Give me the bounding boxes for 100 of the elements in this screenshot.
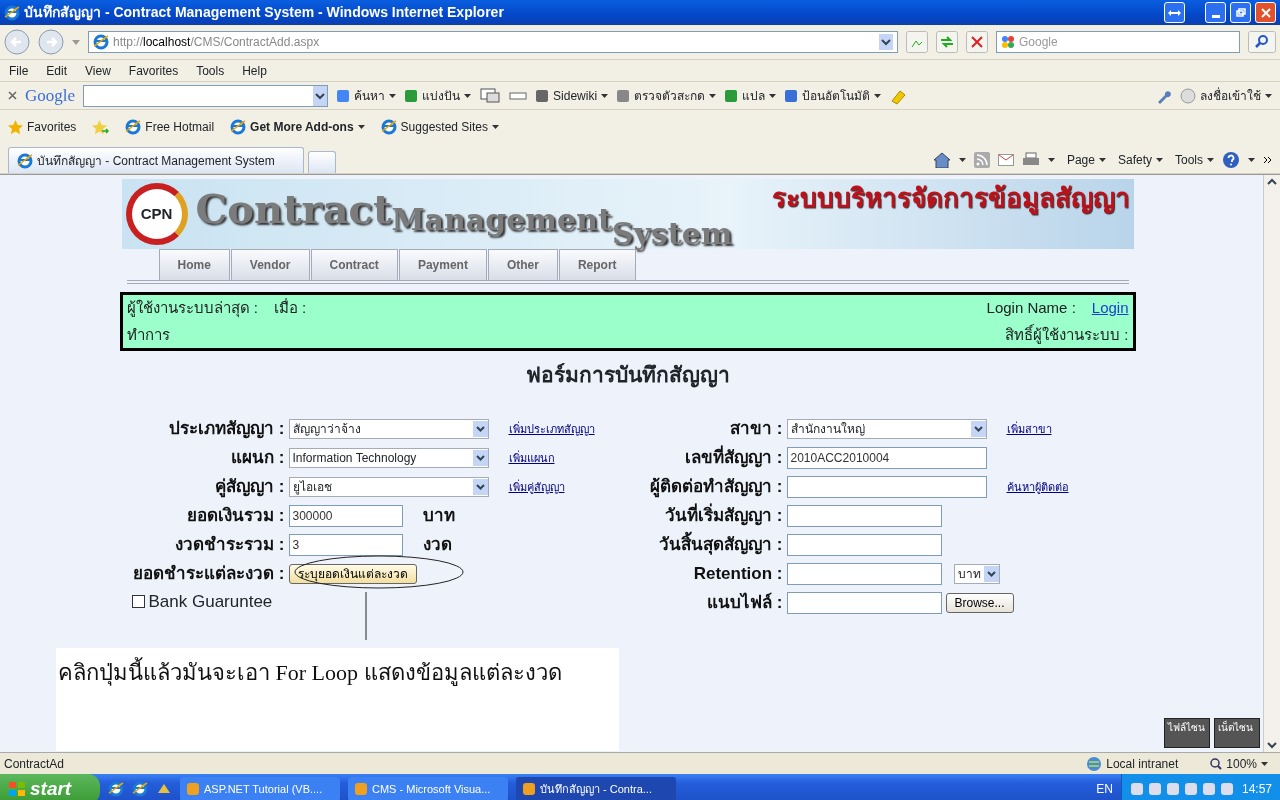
tray-icon[interactable] bbox=[1147, 782, 1162, 796]
add-link[interactable]: เพิ่มแผนก bbox=[508, 449, 555, 467]
resize-button[interactable] bbox=[1164, 2, 1185, 23]
feed-icon[interactable] bbox=[973, 152, 990, 168]
back-button[interactable] bbox=[4, 29, 30, 55]
dropdown[interactable]: สัญญาว่าจ้าง bbox=[288, 419, 489, 439]
toolbar-button[interactable]: Sidewiki bbox=[535, 86, 609, 105]
checkbox-label: Bank Guaruntee bbox=[148, 590, 273, 613]
toolbar-button[interactable]: ตรวจตัวสะกด bbox=[616, 86, 717, 105]
cpn-logo: CPN bbox=[125, 183, 188, 245]
nav-tab[interactable]: Contract bbox=[310, 249, 398, 280]
nav-tab[interactable]: Vendor bbox=[230, 249, 310, 280]
input-field[interactable]: 2010ACC2010004 bbox=[786, 447, 987, 469]
tray-icon[interactable] bbox=[1219, 782, 1234, 796]
home-icon[interactable] bbox=[932, 152, 951, 168]
chevron-icon[interactable] bbox=[1263, 156, 1272, 164]
input-field[interactable] bbox=[786, 592, 942, 614]
command-menu[interactable]: Tools bbox=[1175, 151, 1214, 169]
favorite-link[interactable]: Suggested Sites bbox=[380, 118, 499, 136]
tray-icon[interactable] bbox=[1183, 782, 1198, 796]
window-title: บันทึกสัญญา - Contract Management System - Windows Internet Explorer bbox=[24, 3, 505, 23]
input-field[interactable] bbox=[786, 563, 942, 585]
input-field[interactable] bbox=[786, 505, 942, 527]
maximize-button[interactable] bbox=[1230, 2, 1251, 23]
quick-launch-icon bbox=[108, 781, 124, 797]
monitor-icon[interactable] bbox=[479, 86, 502, 105]
action-button[interactable]: ระบุยอดเงินแต่ละงวด bbox=[288, 564, 417, 584]
menu-item[interactable]: View bbox=[76, 61, 120, 80]
login-link[interactable]: Login bbox=[1091, 297, 1129, 320]
nav-tab[interactable]: Report bbox=[558, 249, 636, 280]
leader-line bbox=[365, 592, 367, 640]
refresh-icon[interactable] bbox=[936, 31, 958, 53]
add-link[interactable]: เพิ่มประเภทสัญญา bbox=[508, 420, 595, 438]
add-link[interactable]: เพิ่มสาขา bbox=[1006, 420, 1052, 438]
tray-icon[interactable] bbox=[1165, 782, 1180, 796]
window-icon[interactable] bbox=[509, 91, 528, 100]
field-label: แนบไฟล์ : bbox=[706, 591, 783, 615]
new-tab-button[interactable] bbox=[308, 151, 336, 173]
tray-icon[interactable] bbox=[1129, 782, 1144, 796]
toolbar-icon bbox=[535, 88, 550, 103]
callout-text: คลิกปุ่มนี้แล้วมันจะเอา For Loop แสดงข้อมูลแต่ละงวด bbox=[56, 648, 619, 751]
zoom-control[interactable]: 100% bbox=[1210, 754, 1276, 773]
help-icon[interactable] bbox=[1222, 151, 1240, 169]
dropdown[interactable]: ยูไอเอช bbox=[288, 477, 489, 497]
nav-tab[interactable]: Home bbox=[158, 249, 230, 280]
info-label: ผู้ใช้งานระบบล่าสุด : bbox=[126, 298, 258, 320]
taskbar-item[interactable]: ASP.NET Tutorial (VB.... bbox=[180, 777, 340, 800]
menu-item[interactable]: Help bbox=[233, 61, 276, 80]
browse-button[interactable]: Browse... bbox=[945, 593, 1014, 613]
scrollbar[interactable] bbox=[1263, 175, 1280, 752]
forward-button[interactable] bbox=[38, 29, 64, 55]
checkbox[interactable] bbox=[131, 594, 145, 608]
dropdown[interactable]: Information Technology bbox=[288, 448, 489, 468]
dropdown[interactable]: สำนักงานใหญ่ bbox=[786, 419, 987, 439]
mail-icon[interactable] bbox=[997, 154, 1014, 166]
input-field[interactable] bbox=[786, 534, 942, 556]
favorites-button[interactable]: Favorites bbox=[8, 118, 77, 136]
taskbar-item[interactable]: CMS - Microsoft Visua... bbox=[348, 777, 508, 800]
add-favorite-icon[interactable] bbox=[92, 119, 110, 135]
mini-button[interactable]: ไฟล์ไซน bbox=[1164, 718, 1210, 748]
minimize-button[interactable] bbox=[1205, 2, 1226, 23]
menu-item[interactable]: Tools bbox=[187, 61, 234, 80]
caret-icon bbox=[1047, 158, 1055, 162]
favorite-link[interactable]: Get More Add-ons bbox=[230, 118, 365, 136]
tray-icon[interactable] bbox=[1201, 782, 1216, 796]
input-field[interactable] bbox=[786, 476, 987, 498]
browser-tab[interactable]: บันทึกสัญญา - Contract Management System bbox=[8, 147, 304, 173]
caret-icon bbox=[958, 158, 966, 162]
nav-tab[interactable]: Payment bbox=[398, 249, 487, 280]
field-label: วันที่เริ่มสัญญา : bbox=[634, 503, 783, 529]
mini-button[interactable]: เน็ตไซน bbox=[1214, 718, 1260, 748]
menu-item[interactable]: File bbox=[0, 61, 38, 80]
close-icon[interactable] bbox=[8, 91, 17, 100]
toolbar-icon bbox=[724, 88, 739, 103]
sign-in-button[interactable]: ลงชื่อเข้าใช้ bbox=[1180, 86, 1272, 105]
search-field[interactable] bbox=[83, 84, 329, 107]
menu-item[interactable]: Edit bbox=[37, 61, 77, 80]
menu-item[interactable]: Favorites bbox=[119, 61, 188, 80]
printer-icon[interactable] bbox=[1021, 152, 1040, 168]
input-field[interactable]: 300000 bbox=[288, 505, 403, 527]
toolbar-button[interactable]: แปล bbox=[724, 86, 777, 105]
taskbar-item[interactable]: บันทึกสัญญา - Contra... bbox=[516, 777, 676, 800]
search-button[interactable] bbox=[1248, 31, 1276, 53]
favorite-link[interactable]: Free Hotmail bbox=[125, 118, 215, 136]
command-menu[interactable]: Page bbox=[1066, 151, 1106, 169]
close-icon bbox=[1260, 7, 1271, 18]
toolbar-button[interactable]: แบ่งปัน bbox=[404, 86, 472, 105]
field-label: แผนก : bbox=[230, 447, 285, 470]
add-link[interactable]: เพิ่มคู่สัญญา bbox=[508, 478, 565, 496]
input-field[interactable]: 3 bbox=[288, 534, 403, 556]
nav-tab[interactable]: Other bbox=[487, 249, 558, 280]
dropdown[interactable]: บาท bbox=[953, 564, 1000, 584]
toolbar-button[interactable]: ค้นหา bbox=[336, 86, 397, 105]
close-button[interactable] bbox=[1255, 2, 1276, 23]
unit-label: งวด bbox=[422, 534, 452, 557]
add-link[interactable]: ค้นหาผู้ติดต่อ bbox=[1006, 478, 1069, 496]
stop-icon[interactable] bbox=[966, 31, 988, 53]
toolbar-button[interactable]: ป้อนอัตโนมัติ bbox=[784, 86, 882, 105]
command-menu[interactable]: Safety bbox=[1117, 151, 1163, 169]
address-field[interactable]: http://localhost/CMS/ContractAdd.aspx bbox=[88, 31, 898, 53]
